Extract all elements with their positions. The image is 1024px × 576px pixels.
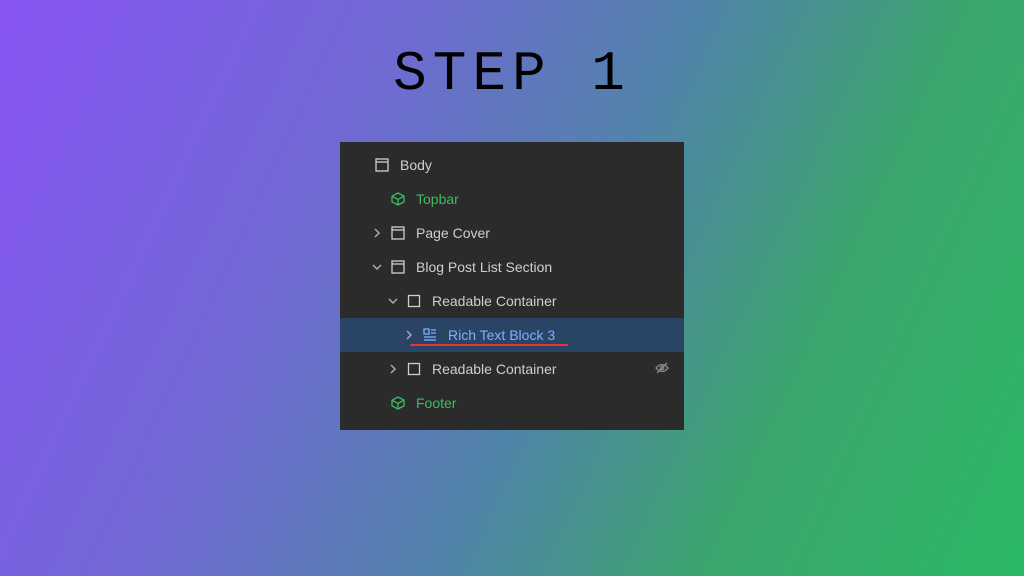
tree-label-page-cover: Page Cover [412, 225, 490, 241]
red-underline-annotation [410, 344, 568, 347]
chevron-down-icon[interactable] [370, 260, 384, 274]
tree-row-readable-1[interactable]: Readable Container [340, 284, 684, 318]
step-title: STEP 1 [0, 0, 1024, 106]
tree-label-footer: Footer [412, 395, 456, 411]
tree-row-rich-text[interactable]: Rich Text Block 3 [340, 318, 684, 352]
component-icon [390, 395, 406, 411]
section-icon [390, 225, 406, 241]
tree-row-body[interactable]: Body [340, 148, 684, 182]
tree-label-rich-text: Rich Text Block 3 [444, 327, 555, 343]
rich-text-icon [422, 327, 438, 343]
section-icon [390, 259, 406, 275]
chevron-right-icon[interactable] [370, 226, 384, 240]
chevron-down-icon[interactable] [386, 294, 400, 308]
tree-row-topbar[interactable]: Topbar [340, 182, 684, 216]
tree-row-blog-section[interactable]: Blog Post List Section [340, 250, 684, 284]
tree-row-readable-2[interactable]: Readable Container [340, 352, 684, 386]
tree-label-body: Body [396, 157, 432, 173]
chevron-spacer [354, 158, 368, 172]
container-icon [406, 361, 422, 377]
container-icon [406, 293, 422, 309]
tree-label-topbar: Topbar [412, 191, 459, 207]
component-icon [390, 191, 406, 207]
body-icon [374, 157, 390, 173]
navigator-panel: Body Topbar Page Cover Blog Post List Se… [340, 142, 684, 430]
chevron-spacer [370, 396, 384, 410]
tree-row-footer[interactable]: Footer [340, 386, 684, 420]
chevron-spacer [370, 192, 384, 206]
chevron-right-icon[interactable] [386, 362, 400, 376]
tree-label-blog-section: Blog Post List Section [412, 259, 552, 275]
tree-label-readable-2: Readable Container [428, 361, 557, 377]
tree-label-readable-1: Readable Container [428, 293, 557, 309]
chevron-right-icon[interactable] [402, 328, 416, 342]
tree-row-page-cover[interactable]: Page Cover [340, 216, 684, 250]
visibility-off-icon[interactable] [654, 360, 670, 379]
